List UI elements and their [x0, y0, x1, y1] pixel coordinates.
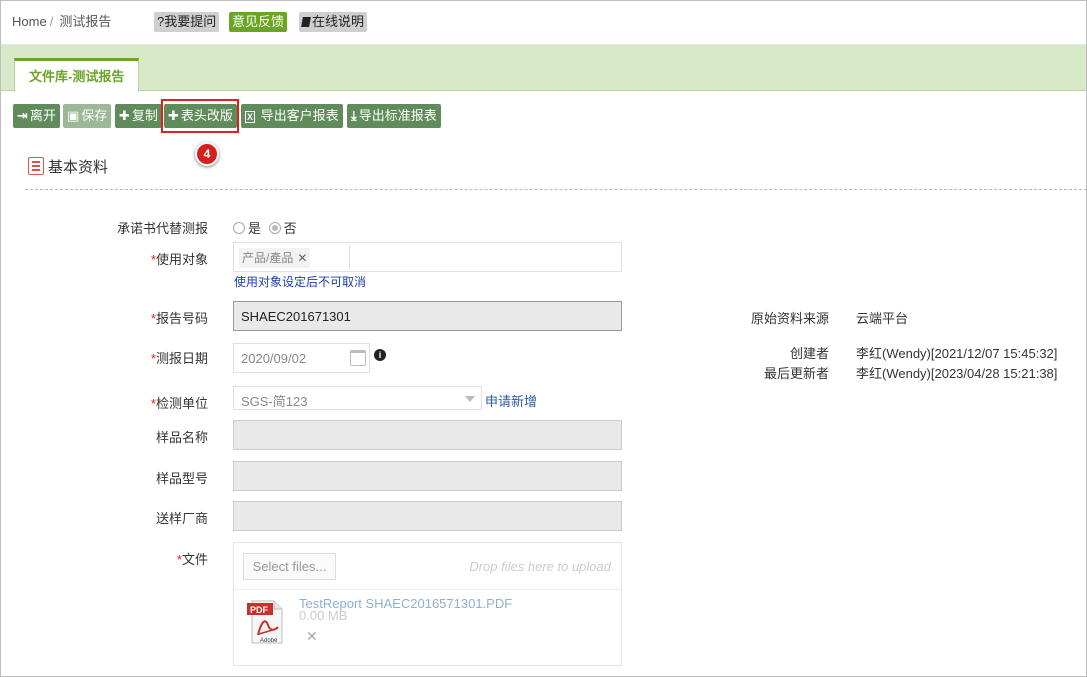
target-label-text: 使用对象 [155, 252, 208, 267]
pdf-brand-text: Adobe [260, 638, 278, 644]
file-label-text: 文件 [181, 552, 208, 567]
breadcrumb-home[interactable]: Home [12, 14, 47, 29]
apply-new-lab-link[interactable]: 申请新增 [485, 391, 537, 410]
sample-name-input[interactable] [233, 420, 622, 450]
target-label: *使用对象 [28, 249, 208, 268]
list-icon [28, 157, 44, 175]
save-label: 保存 [81, 108, 108, 123]
chevron-down-icon [465, 396, 475, 402]
pledge-yes-radio[interactable]: 是 [233, 221, 261, 236]
pdf-badge-text: PDF [250, 605, 269, 615]
exit-icon: ⇥ [17, 108, 28, 123]
source-value: 云端平台 [856, 311, 909, 326]
feedback-button[interactable]: 意见反馈 [229, 12, 288, 32]
ask-question-button[interactable]: ?我要提问 [154, 12, 220, 32]
test-date-value: 2020/09/02 [241, 351, 307, 366]
source-label: 原始资料来源 [750, 311, 829, 326]
book-icon [301, 17, 311, 27]
target-tag-text: 产品/產品 [242, 251, 294, 265]
online-manual-label: 在线说明 [312, 14, 365, 29]
lab-label-text: 检测单位 [155, 396, 208, 411]
info-icon[interactable]: i [374, 349, 386, 361]
vendor-label: 送样厂商 [155, 511, 208, 526]
upload-divider [234, 589, 621, 590]
pledge-no-radio[interactable]: 否 [268, 221, 297, 236]
report-no-label-text: 报告号码 [155, 311, 208, 326]
pledge-radio-group: 是 否 [233, 218, 297, 237]
file-upload: Select files... Drop files here to uploa… [233, 542, 622, 666]
drop-zone-hint[interactable]: Drop files here to upload [469, 559, 611, 574]
leave-label: 离开 [29, 108, 56, 123]
remove-file-icon[interactable]: ✕ [306, 628, 318, 645]
highlight-box [161, 99, 239, 133]
target-hint: 使用对象设定后不可取消 [234, 275, 367, 289]
export-customer-label: 导出客户报表 [260, 108, 339, 123]
report-no-input[interactable]: SHAEC201671301 [233, 301, 622, 331]
sample-model-input[interactable] [233, 461, 622, 491]
select-files-button[interactable]: Select files... [243, 553, 336, 580]
lab-select[interactable]: SGS-简123 [233, 386, 482, 410]
pledge-label: 承诺书代替测报 [116, 221, 208, 236]
radio-icon [233, 222, 245, 234]
section-title: 基本资料 [28, 156, 108, 177]
tab-strip: 文件库-测试报告 [1, 45, 1086, 92]
save-button[interactable]: ▣ 保存 [63, 104, 112, 128]
creator-label: 创建者 [789, 346, 829, 361]
leave-button[interactable]: ⇥ 离开 [13, 104, 60, 128]
tag-remove-icon[interactable]: ✕ [297, 251, 307, 265]
copy-label: 复制 [131, 108, 158, 123]
updater-label: 最后更新者 [763, 366, 829, 381]
file-size: 0.00 MB [299, 608, 348, 623]
step-badge: 4 [195, 142, 219, 166]
top-bar: Home / 测试报告 ?我要提问 意见反馈 在线说明 [1, 1, 1086, 45]
copy-button[interactable]: ✚ 复制 [115, 104, 162, 128]
target-tag: 产品/產品 ✕ [239, 248, 311, 268]
file-label: *文件 [28, 549, 208, 568]
report-no-value: SHAEC201671301 [241, 309, 351, 324]
section-title-text: 基本资料 [48, 159, 109, 176]
test-date-input[interactable]: 2020/09/02 [233, 343, 370, 373]
lab-label: *检测单位 [28, 393, 208, 412]
multiselect-divider [349, 245, 350, 269]
excel-icon: X [245, 111, 256, 123]
test-date-label: *测报日期 [28, 348, 208, 367]
lab-value: SGS-简123 [241, 394, 308, 409]
vendor-input[interactable] [233, 501, 622, 531]
tab-test-report[interactable]: 文件库-测试报告 [14, 58, 140, 92]
target-multiselect[interactable]: 产品/產品 ✕ [233, 242, 622, 272]
pledge-no-label: 否 [283, 221, 297, 236]
sample-model-label: 样品型号 [155, 471, 208, 486]
online-manual-button[interactable]: 在线说明 [299, 12, 368, 32]
creator-value: 李红(Wendy)[2021/12/07 15:45:32] [856, 346, 1058, 361]
calendar-icon[interactable] [350, 350, 366, 366]
test-date-label-text: 测报日期 [155, 351, 208, 366]
sample-name-label: 样品名称 [155, 430, 208, 445]
pdf-file-icon: PDF Adobe [247, 600, 283, 644]
pledge-yes-label: 是 [248, 221, 262, 236]
updater-value: 李红(Wendy)[2023/04/28 15:21:38] [856, 366, 1058, 381]
breadcrumb-current: 测试报告 [59, 14, 112, 29]
export-customer-report-button[interactable]: X 导出客户报表 [241, 104, 343, 128]
app-frame: Home / 测试报告 ?我要提问 意见反馈 在线说明 文件库-测试报告 ⇥ 离开 ▣… [0, 0, 1087, 677]
save-icon: ▣ [67, 108, 80, 123]
export-standard-report-button[interactable]: ⤓ 导出标准报表 [347, 104, 441, 128]
section-divider [25, 189, 1086, 190]
breadcrumb-separator: / [49, 14, 54, 29]
download-icon: ⤓ [351, 108, 357, 123]
export-standard-label: 导出标准报表 [358, 108, 437, 123]
breadcrumb: Home / 测试报告 [12, 11, 111, 30]
radio-checked-icon [268, 222, 281, 234]
report-no-label: *报告号码 [28, 308, 208, 327]
plus-icon: ✚ [119, 108, 130, 123]
